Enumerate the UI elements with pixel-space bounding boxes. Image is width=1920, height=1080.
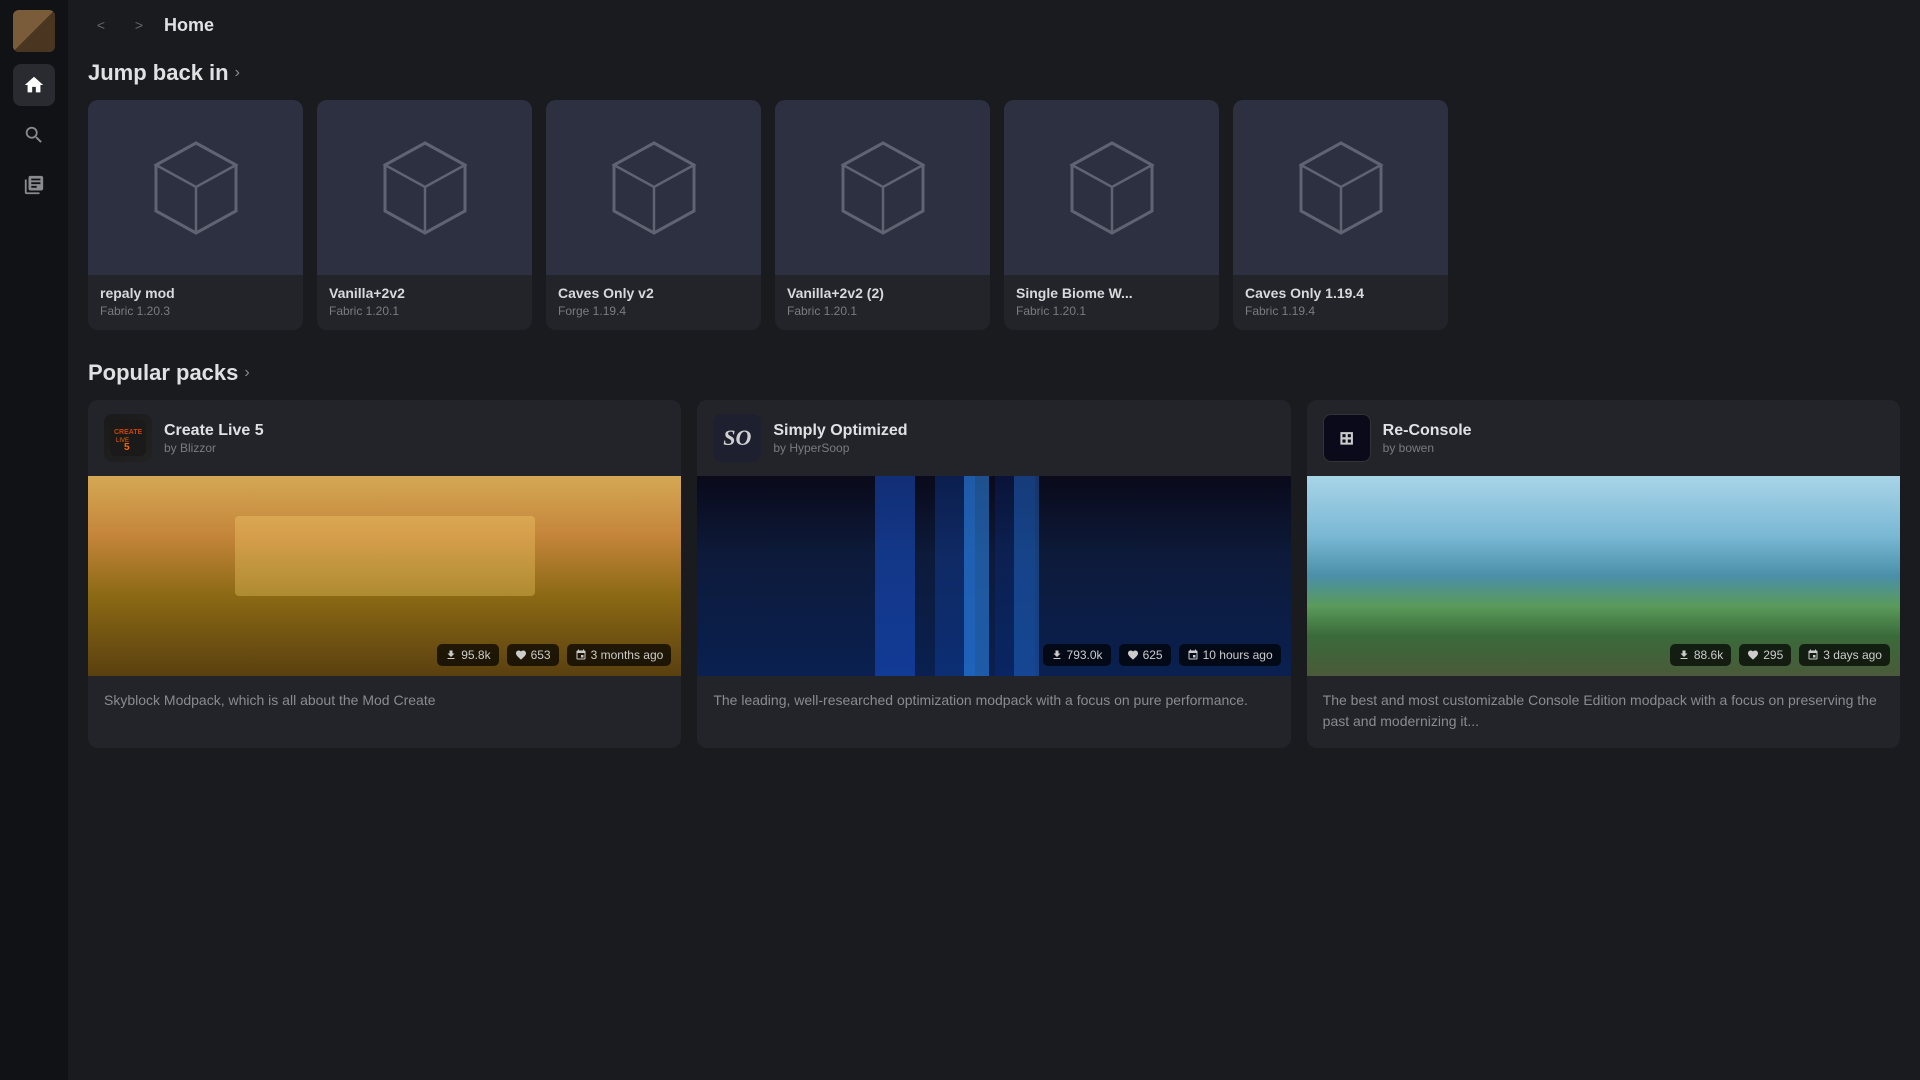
updated-stat: 3 months ago — [567, 644, 672, 666]
jump-card[interactable]: Caves Only v2 Forge 1.19.4 — [546, 100, 761, 330]
jump-card-info: Vanilla+2v2 (2) Fabric 1.20.1 — [775, 275, 990, 330]
pack-name: Simply Optimized — [773, 421, 907, 442]
pack-name: Create Live 5 — [164, 421, 264, 442]
jump-card-image — [775, 100, 990, 275]
section-header-popular: Popular packs › — [88, 360, 1900, 386]
jump-back-in-cards: repaly mod Fabric 1.20.3 Vanilla+2v2 Fab… — [88, 100, 1900, 330]
jump-card-image — [317, 100, 532, 275]
jump-card-name: Vanilla+2v2 — [329, 285, 520, 301]
pack-description: Skyblock Modpack, which is all about the… — [88, 676, 681, 727]
sidebar-item-library[interactable] — [13, 164, 55, 206]
pack-title-group: Re-Console by bowen — [1383, 421, 1472, 456]
popular-pack-card[interactable]: CREATELIVE5 Create Live 5 by Blizzor 95.… — [88, 400, 681, 748]
jump-back-in-title: Jump back in — [88, 60, 229, 86]
popular-packs-title: Popular packs — [88, 360, 238, 386]
jump-card-image — [546, 100, 761, 275]
updated-stat: 10 hours ago — [1179, 644, 1281, 666]
jump-card-info: Caves Only 1.19.4 Fabric 1.19.4 — [1233, 275, 1448, 330]
pack-card-header: CREATELIVE5 Create Live 5 by Blizzor — [88, 400, 681, 476]
jump-card[interactable]: repaly mod Fabric 1.20.3 — [88, 100, 303, 330]
updated-stat: 3 days ago — [1799, 644, 1890, 666]
sidebar — [0, 0, 68, 1080]
jump-card-image — [88, 100, 303, 275]
pack-title-group: Simply Optimized by HyperSoop — [773, 421, 907, 456]
jump-card-image — [1233, 100, 1448, 275]
download-stat: 88.6k — [1670, 644, 1731, 666]
jump-card[interactable]: Single Biome W... Fabric 1.20.1 — [1004, 100, 1219, 330]
jump-card[interactable]: Caves Only 1.19.4 Fabric 1.19.4 — [1233, 100, 1448, 330]
popular-packs-arrow[interactable]: › — [244, 364, 249, 382]
jump-card[interactable]: Vanilla+2v2 Fabric 1.20.1 — [317, 100, 532, 330]
avatar[interactable] — [13, 10, 55, 52]
pack-author: by bowen — [1383, 441, 1472, 455]
sidebar-item-search[interactable] — [13, 114, 55, 156]
popular-packs-grid: CREATELIVE5 Create Live 5 by Blizzor 95.… — [88, 400, 1900, 748]
jump-card-sub: Fabric 1.20.1 — [787, 304, 978, 318]
jump-card-info: Vanilla+2v2 Fabric 1.20.1 — [317, 275, 532, 330]
popular-pack-card[interactable]: ⊞ Re-Console by bowen 88.6k 295 — [1307, 400, 1900, 748]
pack-logo: CREATELIVE5 — [104, 414, 152, 462]
section-header-jump: Jump back in › — [88, 60, 1900, 86]
likes-stat: 625 — [1119, 644, 1171, 666]
pack-author: by HyperSoop — [773, 441, 907, 455]
jump-card-sub: Fabric 1.20.1 — [329, 304, 520, 318]
likes-stat: 653 — [507, 644, 559, 666]
download-stat: 793.0k — [1043, 644, 1111, 666]
pack-name: Re-Console — [1383, 421, 1472, 442]
likes-stat: 295 — [1739, 644, 1791, 666]
cube-icon — [136, 128, 256, 248]
jump-card-sub: Fabric 1.20.3 — [100, 304, 291, 318]
svg-text:CREATE: CREATE — [114, 429, 143, 436]
pack-card-header: SO Simply Optimized by HyperSoop — [697, 400, 1290, 476]
pack-stats: 95.8k 653 3 months ago — [437, 644, 671, 666]
jump-card-sub: Forge 1.19.4 — [558, 304, 749, 318]
popular-packs-section: Popular packs › CREATELIVE5 Create Live … — [68, 350, 1920, 768]
pack-logo: SO — [713, 414, 761, 462]
cube-icon — [365, 128, 485, 248]
jump-card-name: Vanilla+2v2 (2) — [787, 285, 978, 301]
jump-card-name: Single Biome W... — [1016, 285, 1207, 301]
svg-text:5: 5 — [124, 442, 130, 453]
pack-logo: ⊞ — [1323, 414, 1371, 462]
jump-card-info: Single Biome W... Fabric 1.20.1 — [1004, 275, 1219, 330]
cube-icon — [1281, 128, 1401, 248]
pack-image: 88.6k 295 3 days ago — [1307, 476, 1900, 676]
jump-card-sub: Fabric 1.19.4 — [1245, 304, 1436, 318]
pack-description: The best and most customizable Console E… — [1307, 676, 1900, 748]
pack-image: 793.0k 625 10 hours ago — [697, 476, 1290, 676]
pack-stats: 88.6k 295 3 days ago — [1670, 644, 1890, 666]
pack-stats: 793.0k 625 10 hours ago — [1043, 644, 1281, 666]
popular-pack-card[interactable]: SO Simply Optimized by HyperSoop 793.0k … — [697, 400, 1290, 748]
back-button[interactable]: < — [88, 12, 114, 38]
jump-card-sub: Fabric 1.20.1 — [1016, 304, 1207, 318]
jump-card-image — [1004, 100, 1219, 275]
cube-icon — [823, 128, 943, 248]
forward-button[interactable]: > — [126, 12, 152, 38]
header: < > Home — [68, 0, 1920, 50]
jump-back-in-section: Jump back in › repaly mod Fabric 1.20.3 … — [68, 50, 1920, 350]
pack-image: 95.8k 653 3 months ago — [88, 476, 681, 676]
cube-icon — [594, 128, 714, 248]
jump-back-in-arrow[interactable]: › — [235, 64, 240, 82]
main-content: < > Home Jump back in › repaly mod Fabri… — [68, 0, 1920, 1080]
pack-author: by Blizzor — [164, 441, 264, 455]
jump-card-name: repaly mod — [100, 285, 291, 301]
jump-card[interactable]: Vanilla+2v2 (2) Fabric 1.20.1 — [775, 100, 990, 330]
download-stat: 95.8k — [437, 644, 498, 666]
pack-description: The leading, well-researched optimizatio… — [697, 676, 1290, 727]
sidebar-item-home[interactable] — [13, 64, 55, 106]
jump-card-info: repaly mod Fabric 1.20.3 — [88, 275, 303, 330]
jump-card-name: Caves Only v2 — [558, 285, 749, 301]
jump-card-info: Caves Only v2 Forge 1.19.4 — [546, 275, 761, 330]
jump-card-name: Caves Only 1.19.4 — [1245, 285, 1436, 301]
pack-card-header: ⊞ Re-Console by bowen — [1307, 400, 1900, 476]
page-title: Home — [164, 15, 214, 36]
pack-title-group: Create Live 5 by Blizzor — [164, 421, 264, 456]
cube-icon — [1052, 128, 1172, 248]
